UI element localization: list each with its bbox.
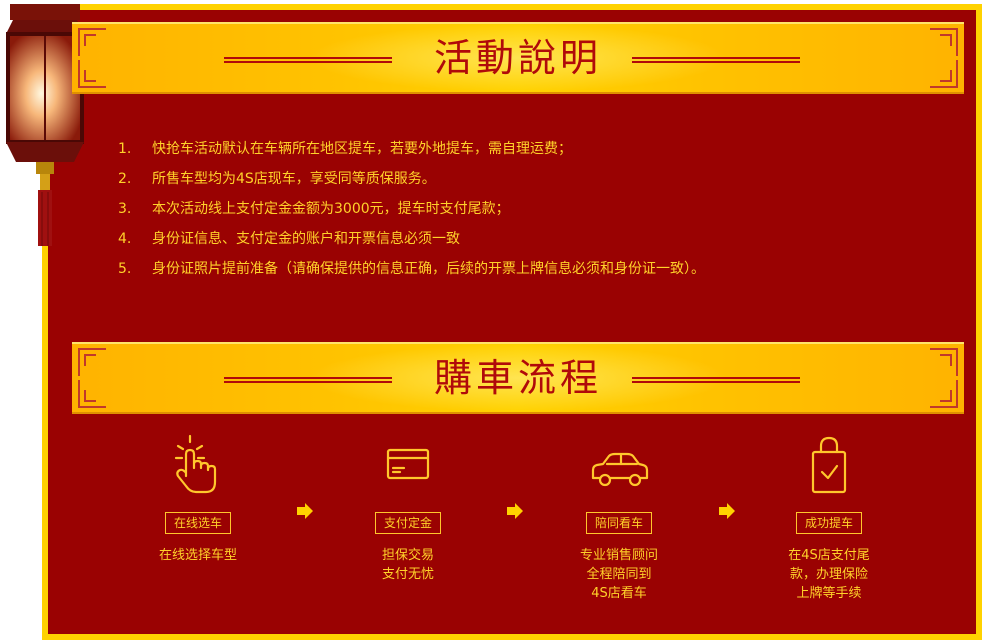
activity-banner: 活動說明 — [72, 22, 964, 94]
process-banner: 購車流程 — [72, 342, 964, 414]
step-description: 在4S店支付尾 款，办理保险 上牌等手续 — [788, 548, 870, 601]
content-panel — [48, 10, 976, 634]
shopping-bag-icon — [811, 436, 847, 494]
step-label-button[interactable]: 成功提车 — [795, 512, 863, 534]
step-description: 专业销售顾问 全程陪同到 4S店看车 — [579, 548, 658, 601]
car-icon — [591, 452, 649, 487]
step-description: 担保交易 支付无忧 — [381, 548, 434, 582]
step-label-button[interactable]: 支付定金 — [374, 512, 442, 534]
step-description: 在线选择车型 — [158, 548, 237, 563]
activity-title: 活動說明 — [433, 36, 602, 80]
arrow-right-icon — [295, 501, 315, 521]
credit-card-icon — [386, 448, 430, 480]
arrow-right-icon — [505, 501, 525, 521]
process-title: 購車流程 — [433, 356, 602, 400]
step-label-button[interactable]: 陪同看车 — [585, 512, 653, 534]
tap-hand-icon — [174, 434, 217, 494]
arrow-right-icon — [717, 501, 737, 521]
step-label-button[interactable]: 在线选车 — [164, 512, 232, 534]
